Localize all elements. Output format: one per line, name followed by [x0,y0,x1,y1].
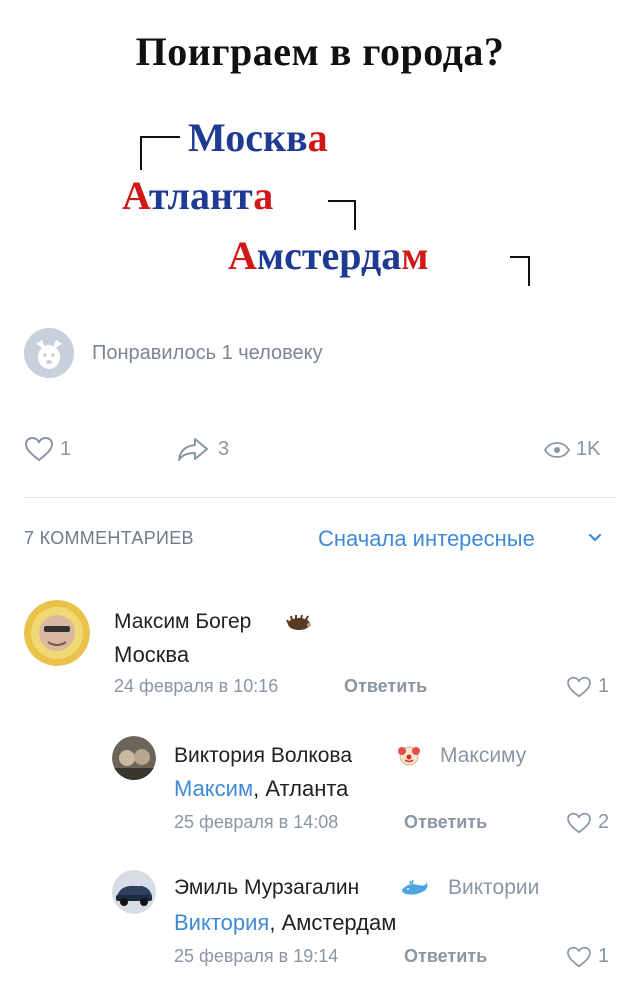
avatar[interactable] [24,600,90,666]
chain-line [140,136,142,170]
like-count: 1 [60,438,72,460]
comment-text-body: , Атланта [253,776,349,801]
chain-line [140,136,180,138]
city-atlanta: Атланта [122,172,273,219]
comments-count: 7 КОММЕНТАРИЕВ [24,528,194,548]
reply-to[interactable]: Максиму [440,744,526,768]
chain-line [510,256,530,258]
reply-button[interactable]: Ответить [404,946,487,967]
comment-like-count: 1 [598,945,610,967]
sort-dropdown[interactable]: Сначала интересные [318,526,535,552]
city-moscow-last: а [307,115,328,160]
heart-icon[interactable] [566,676,592,698]
city-amsterdam-first: А [228,233,257,278]
city-amsterdam: Амстердам [228,232,429,279]
chain-line [528,256,530,286]
whale-emoji-icon [402,879,428,895]
chain-line [354,200,356,230]
city-amsterdam-last: м [401,233,429,278]
city-atlanta-main: тлант [148,173,254,218]
view-count: 1K [576,438,601,460]
like-button[interactable]: 1 [24,430,104,466]
liked-by-text[interactable]: Понравилось 1 человеку [92,342,323,365]
heart-icon[interactable] [566,812,592,834]
comment-author[interactable]: Максим Богер [114,610,251,634]
reply-button[interactable]: Ответить [344,676,427,697]
reply-button[interactable]: Ответить [404,812,487,833]
clown-emoji-icon [398,746,420,766]
city-amsterdam-main: мстерда [256,233,402,278]
divider [24,497,616,498]
views: 1K [544,430,624,466]
eye-icon [544,442,570,458]
hedgehog-emoji-icon [286,614,311,630]
mention-link[interactable]: Максим [174,776,253,801]
comment-text: Москва [114,642,190,667]
share-button[interactable]: 3 [176,430,256,466]
comment-author[interactable]: Эмиль Мурзагалин [174,876,359,900]
comment-text: Виктория, Амстердам [174,910,396,936]
city-moscow-main: Москв [188,115,308,160]
avatar[interactable] [112,870,156,914]
comment-like-count: 2 [598,811,610,833]
chevron-down-icon[interactable] [588,533,602,543]
city-atlanta-last: а [253,173,274,218]
comment-text-body: , Амстердам [269,910,397,935]
dog-avatar-icon[interactable] [24,328,74,378]
comment-date: 24 февраля в 10:16 [114,676,279,696]
city-atlanta-first: А [122,173,149,218]
reply-to[interactable]: Виктории [448,876,539,900]
chain-line [328,200,356,202]
share-icon [178,438,208,461]
comment-text: Максим, Атланта [174,776,348,802]
comment-date: 25 февраля в 19:14 [174,946,339,966]
heart-icon[interactable] [566,946,592,968]
share-count: 3 [218,438,230,460]
comment-author[interactable]: Виктория Волкова [174,744,352,768]
comment-like-count: 1 [598,675,610,697]
heart-icon [24,436,54,462]
city-moscow: Москва [188,114,328,161]
avatar[interactable] [112,736,156,780]
comment-date: 25 февраля в 14:08 [174,812,339,832]
mention-link[interactable]: Виктория [174,910,269,935]
post-title: Поиграем в города? [135,29,505,74]
